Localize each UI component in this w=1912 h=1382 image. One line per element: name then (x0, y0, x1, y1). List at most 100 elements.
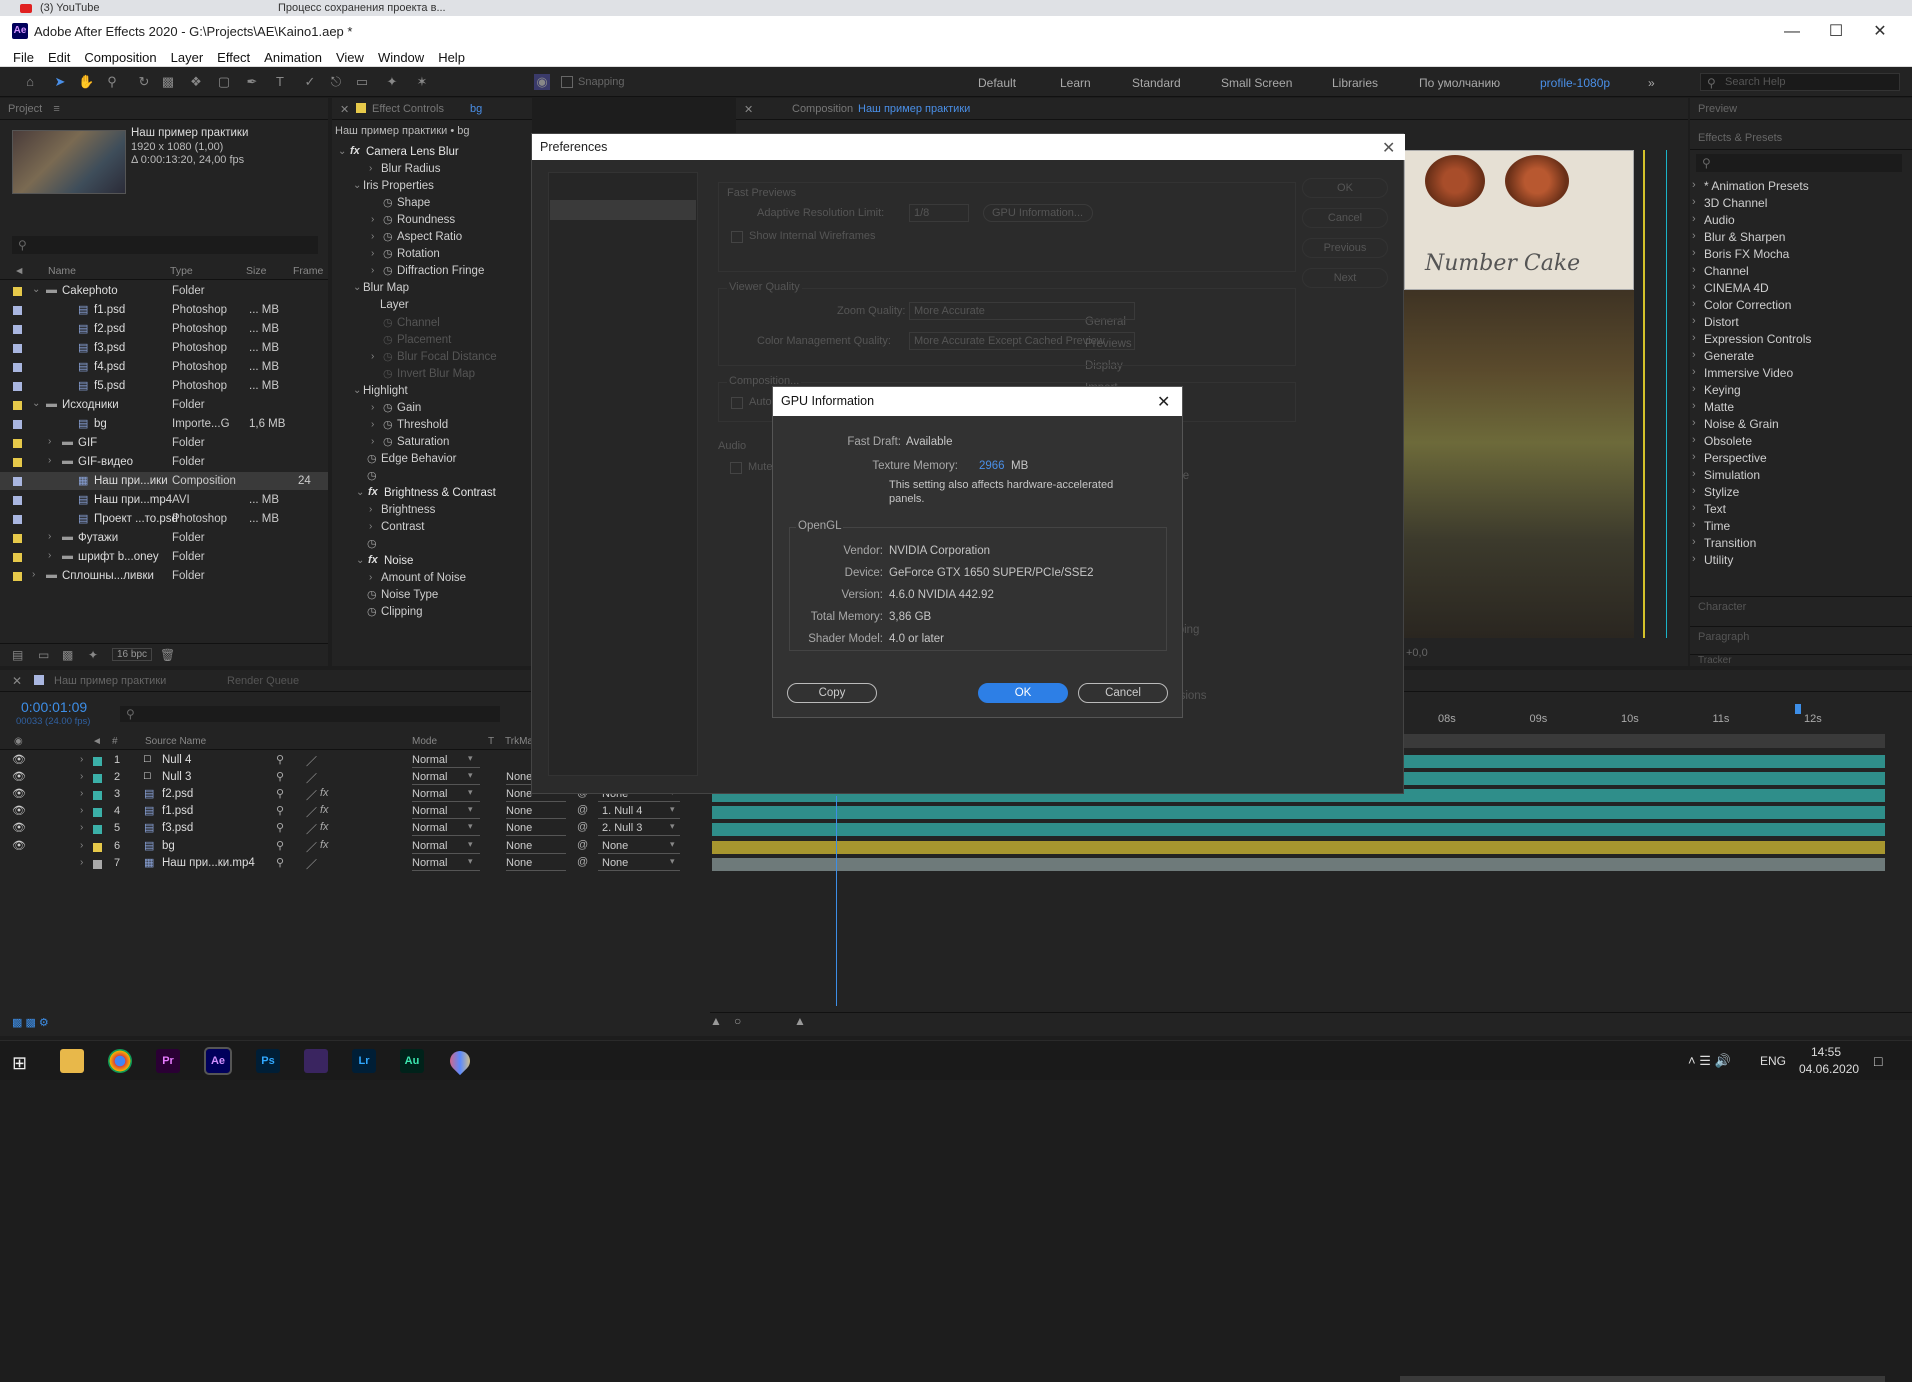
disclosure-triangle-icon[interactable]: › (48, 455, 51, 466)
menu-composition[interactable]: Composition (77, 47, 163, 66)
label-color-swatch[interactable] (93, 757, 102, 766)
effect-property[interactable]: ◷ (332, 537, 532, 553)
disclosure-triangle-icon[interactable]: › (48, 550, 51, 561)
show-wireframes-checkbox[interactable] (731, 231, 743, 243)
time-navigator-bar[interactable] (1400, 1376, 1885, 1382)
hand-tool-icon[interactable]: ✋ (78, 74, 94, 90)
effect-property[interactable]: › ◷ Gain (332, 401, 532, 417)
disclosure-triangle-icon[interactable]: › (371, 351, 374, 362)
zoom-tool-icon[interactable]: ⚲ (104, 74, 120, 90)
effect-category[interactable]: › Transition (1692, 536, 1902, 552)
disclosure-triangle-icon[interactable]: ⌄ (32, 284, 40, 295)
render-queue-tab[interactable]: Render Queue (227, 675, 299, 687)
paragraph-tab[interactable]: Paragraph (1690, 626, 1912, 648)
project-item[interactable]: ⌄ ▬ Исходники Folder (0, 396, 328, 414)
blend-mode-select[interactable]: Normal ▾ (412, 856, 480, 871)
disclosure-triangle-icon[interactable]: ⌄ (338, 146, 346, 157)
effects-search-input[interactable]: ⚲ (1696, 154, 1902, 172)
project-tab[interactable]: Project ≡ (0, 98, 328, 120)
project-item[interactable]: ▤ f1.psd Photoshop ... MB (0, 301, 328, 319)
menu-layer[interactable]: Layer (164, 47, 211, 66)
stopwatch-icon[interactable]: ◷ (383, 418, 393, 431)
project-item[interactable]: › ▬ Футажи Folder (0, 529, 328, 547)
comp-name[interactable]: Наш пример практики (131, 127, 248, 139)
project-item[interactable]: › ▬ GIF Folder (0, 434, 328, 452)
new-folder-icon[interactable]: ▭ (38, 648, 49, 662)
layer-row[interactable]: 👁 › 4 ▤ f1.psd ⚲ ／ fx Normal ▾ None @1. Null 4 ▾ (0, 804, 1885, 820)
quality-icon[interactable]: ／ (306, 839, 317, 855)
stopwatch-icon[interactable]: ◷ (367, 605, 377, 618)
color-management-quality-select[interactable]: More Accurate Except Cached Preview (909, 332, 1135, 350)
quality-icon[interactable]: ／ (306, 770, 317, 786)
blend-mode-select[interactable]: Normal ▾ (412, 804, 480, 820)
roto-brush-tool-icon[interactable]: ✦ (384, 74, 400, 90)
label-color-swatch[interactable] (93, 842, 102, 852)
prefs-previous-button[interactable]: Previous (1302, 238, 1388, 258)
audition-icon[interactable]: Au (400, 1049, 424, 1073)
stopwatch-icon[interactable]: ◷ (383, 264, 393, 277)
effect-category[interactable]: › Noise & Grain (1692, 417, 1902, 433)
label-color-swatch[interactable] (13, 553, 22, 562)
label-color-swatch[interactable] (13, 325, 22, 334)
copy-button[interactable]: Copy (787, 683, 877, 703)
tray-icons[interactable]: ˄ ☰ 🔊 (1688, 1053, 1731, 1069)
menu-view[interactable]: View (329, 47, 371, 66)
close-window-button[interactable]: ✕ (1858, 16, 1902, 47)
visibility-eye-icon[interactable]: 👁 (12, 770, 26, 783)
fx-toggle-icon[interactable]: fx (368, 486, 378, 498)
stopwatch-icon[interactable]: ◷ (383, 247, 393, 260)
shy-icon[interactable]: ⚲ (276, 821, 284, 834)
label-color-swatch[interactable] (13, 515, 22, 524)
menu-help[interactable]: Help (431, 47, 472, 66)
effect-category[interactable]: › Stylize (1692, 485, 1902, 501)
blend-mode-select[interactable]: Normal ▾ (412, 770, 480, 786)
col-size[interactable]: Size (246, 265, 266, 277)
effect-property[interactable]: › ◷ Blur Focal Distance (332, 350, 532, 366)
search-help-field[interactable]: ⚲ Search Help (1700, 73, 1900, 91)
texture-memory-value[interactable]: 2966 (979, 460, 1005, 472)
menu-animation[interactable]: Animation (257, 47, 329, 66)
workspace-po-umolchaniyu[interactable]: По умолчанию (1419, 76, 1500, 90)
disclosure-triangle-icon[interactable]: ⌄ (356, 555, 364, 566)
effect-category[interactable]: › Color Correction (1692, 298, 1902, 314)
project-item[interactable]: ▤ Наш при...mp4 AVI ... MB (0, 491, 328, 509)
effect-property[interactable]: › ◷ Threshold (332, 418, 532, 434)
composition-tab[interactable]: ✕ Composition Наш пример практики (736, 98, 1688, 120)
effect-category[interactable]: › Utility (1692, 553, 1902, 569)
menu-file[interactable]: File (6, 47, 41, 66)
stopwatch-icon[interactable]: ◷ (383, 367, 393, 380)
col-type[interactable]: Type (170, 265, 193, 277)
label-color-swatch[interactable] (93, 825, 102, 835)
clock-date[interactable]: 04.06.2020 (1799, 1062, 1859, 1076)
parent-select[interactable]: 2. Null 3 ▾ (598, 821, 680, 837)
col-t[interactable]: T (488, 736, 494, 747)
shape-tool-icon[interactable]: ▢ (216, 74, 232, 90)
effect-property[interactable]: › ◷ Aspect Ratio (332, 230, 532, 246)
label-color-swatch[interactable] (13, 401, 22, 410)
effect-property[interactable]: ◷ Noise Type (332, 588, 532, 604)
workspace-libraries[interactable]: Libraries (1332, 76, 1378, 90)
effect-property[interactable]: › Contrast (332, 520, 532, 536)
project-item[interactable]: › ▬ GIF-видео Folder (0, 453, 328, 471)
effect-category[interactable]: › Simulation (1692, 468, 1902, 484)
visibility-eye-icon[interactable]: 👁 (12, 753, 26, 766)
effect-category[interactable]: › * Animation Presets (1692, 179, 1902, 195)
media-encoder-icon[interactable] (304, 1049, 328, 1073)
label-color-swatch[interactable] (13, 458, 22, 467)
layer-row[interactable]: 👁 › 6 ▤ bg ⚲ ／ fx Normal ▾ None @ None ▾ (0, 839, 1885, 855)
stopwatch-icon[interactable]: ◷ (383, 333, 393, 346)
disclosure-triangle-icon[interactable]: ⌄ (356, 487, 364, 498)
clone-stamp-tool-icon[interactable]: ⎋ (328, 74, 344, 90)
label-color-swatch[interactable] (13, 534, 22, 543)
effect-property[interactable]: ◷ Placement (332, 333, 532, 349)
label-color-swatch[interactable] (93, 774, 102, 784)
effect-property[interactable]: › Amount of Noise (332, 571, 532, 587)
timeline-search-input[interactable]: ⚲ (120, 706, 500, 722)
pen-tool-icon[interactable]: ✒ (244, 74, 260, 90)
character-tab[interactable]: Character (1690, 596, 1912, 618)
prefs-next-button[interactable]: Next (1302, 268, 1388, 288)
home-icon[interactable]: ⌂ (22, 74, 38, 90)
disclosure-triangle-icon[interactable]: › (48, 531, 51, 542)
disclosure-triangle-icon[interactable]: › (80, 840, 83, 851)
menu-window[interactable]: Window (371, 47, 431, 66)
